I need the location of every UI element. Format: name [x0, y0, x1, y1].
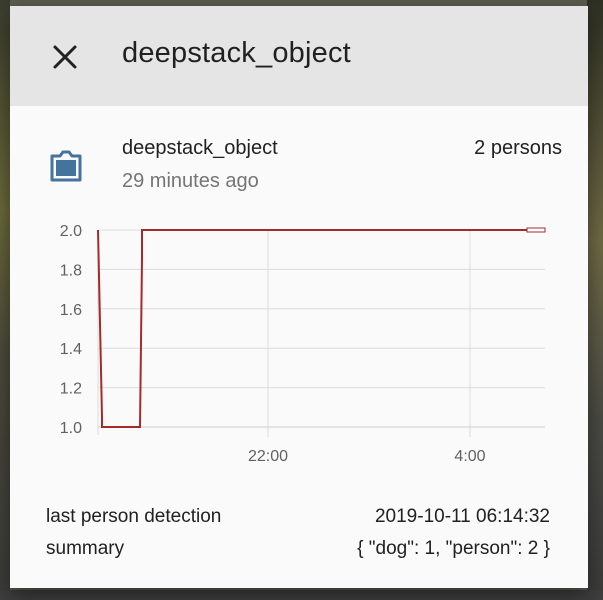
attribute-value: { "dog": 1, "person": 2 }	[357, 538, 550, 559]
dialog-title: deepstack_object	[122, 37, 351, 69]
attribute-value: 2019-10-11 06:14:32	[374, 506, 550, 527]
x-tick-label: 4:00	[454, 448, 485, 465]
y-tick-label: 1.8	[60, 262, 82, 279]
close-button[interactable]	[44, 36, 86, 78]
background-left	[0, 0, 10, 600]
dialog-header: deepstack_object	[10, 6, 588, 106]
y-tick-label: 1.4	[60, 341, 82, 358]
entity-state: 2 persons	[474, 137, 562, 159]
attribute-key: last person detection	[46, 506, 222, 527]
camera-frame-icon	[46, 146, 86, 186]
y-tick-label: 1.6	[60, 302, 82, 319]
more-info-dialog: deepstack_object deepstack_object 2 pers…	[10, 6, 588, 588]
attribute-row-last-person-detection: last person detection 2019-10-11 06:14:3…	[46, 506, 550, 532]
x-tick-label: 22:00	[248, 448, 288, 465]
entity-last-changed: 29 minutes ago	[122, 170, 259, 192]
history-chart[interactable]: 2.0 1.8 1.6 1.4 1.2 1.0 22:00 4:00	[10, 206, 588, 486]
y-tick-label: 1.2	[60, 381, 82, 398]
attribute-key: summary	[46, 538, 125, 559]
attribute-row-summary: summary { "dog": 1, "person": 2 }	[46, 538, 550, 564]
y-tick-label: 1.0	[60, 420, 82, 437]
close-icon	[53, 45, 77, 69]
entity-name: deepstack_object	[122, 137, 278, 159]
series-line	[97, 229, 527, 428]
y-tick-label: 2.0	[60, 223, 82, 240]
background-right	[587, 0, 603, 600]
series-tail-marker	[526, 227, 546, 233]
background-bottom	[0, 590, 603, 600]
